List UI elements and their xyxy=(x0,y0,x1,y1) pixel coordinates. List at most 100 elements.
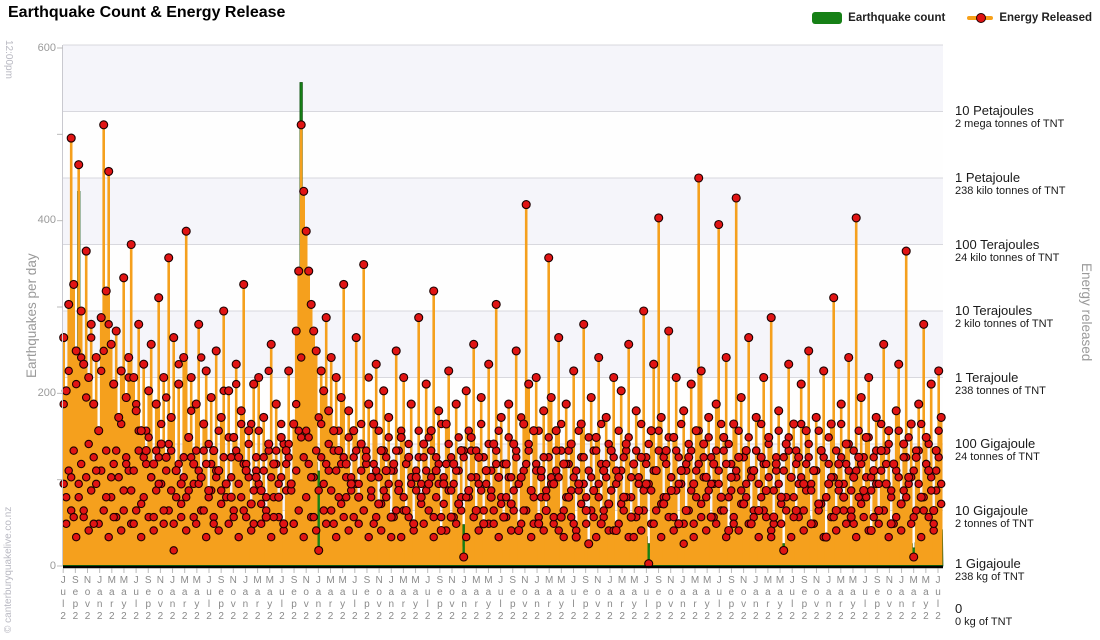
energy-marker[interactable] xyxy=(895,360,903,368)
energy-marker[interactable] xyxy=(717,493,725,501)
energy-marker[interactable] xyxy=(780,467,787,474)
energy-marker[interactable] xyxy=(545,434,552,441)
energy-marker[interactable] xyxy=(325,440,332,447)
energy-marker[interactable] xyxy=(555,334,563,342)
energy-marker[interactable] xyxy=(607,447,615,455)
energy-marker[interactable] xyxy=(760,374,768,382)
energy-marker[interactable] xyxy=(103,447,110,454)
energy-marker[interactable] xyxy=(540,454,547,461)
energy-marker[interactable] xyxy=(162,453,170,461)
energy-marker[interactable] xyxy=(340,513,347,520)
energy-marker[interactable] xyxy=(732,194,740,202)
energy-marker[interactable] xyxy=(882,480,890,488)
energy-marker[interactable] xyxy=(575,480,583,488)
energy-marker[interactable] xyxy=(640,307,648,315)
energy-marker[interactable] xyxy=(365,533,372,540)
energy-marker[interactable] xyxy=(130,374,138,382)
energy-marker[interactable] xyxy=(110,380,118,388)
energy-marker[interactable] xyxy=(128,487,135,494)
energy-marker[interactable] xyxy=(75,161,83,169)
energy-marker[interactable] xyxy=(843,520,850,527)
energy-marker[interactable] xyxy=(352,334,360,342)
energy-marker[interactable] xyxy=(712,400,720,408)
energy-marker[interactable] xyxy=(433,494,440,501)
energy-marker[interactable] xyxy=(317,367,325,375)
energy-marker[interactable] xyxy=(850,473,858,481)
energy-marker[interactable] xyxy=(750,467,758,475)
energy-marker[interactable] xyxy=(878,467,885,474)
energy-marker[interactable] xyxy=(937,413,945,421)
energy-marker[interactable] xyxy=(868,487,875,494)
energy-marker[interactable] xyxy=(295,427,302,434)
energy-marker[interactable] xyxy=(112,327,120,335)
energy-marker[interactable] xyxy=(360,507,367,514)
energy-marker[interactable] xyxy=(487,493,495,501)
energy-marker[interactable] xyxy=(282,447,290,455)
energy-marker[interactable] xyxy=(840,507,847,514)
energy-marker[interactable] xyxy=(672,374,680,382)
energy-marker[interactable] xyxy=(713,447,720,454)
energy-marker[interactable] xyxy=(330,520,337,527)
energy-marker[interactable] xyxy=(848,487,855,494)
energy-marker[interactable] xyxy=(170,334,178,342)
energy-marker[interactable] xyxy=(127,241,135,249)
energy-marker[interactable] xyxy=(862,433,870,441)
energy-marker[interactable] xyxy=(78,460,85,467)
energy-marker[interactable] xyxy=(163,394,170,401)
energy-marker[interactable] xyxy=(763,460,770,467)
energy-marker[interactable] xyxy=(665,327,673,335)
energy-marker[interactable] xyxy=(370,520,377,527)
energy-marker[interactable] xyxy=(82,247,90,255)
energy-marker[interactable] xyxy=(635,507,643,515)
energy-marker[interactable] xyxy=(635,480,642,487)
energy-marker[interactable] xyxy=(205,440,212,447)
energy-marker[interactable] xyxy=(687,380,695,388)
energy-marker[interactable] xyxy=(228,454,235,461)
energy-marker[interactable] xyxy=(88,487,95,494)
energy-marker[interactable] xyxy=(920,320,928,328)
energy-marker[interactable] xyxy=(343,494,350,501)
energy-marker[interactable] xyxy=(175,380,183,388)
energy-marker[interactable] xyxy=(180,454,187,461)
energy-marker[interactable] xyxy=(875,520,882,527)
energy-marker[interactable] xyxy=(177,480,185,488)
energy-marker[interactable] xyxy=(585,540,593,548)
energy-marker[interactable] xyxy=(425,507,432,514)
energy-marker[interactable] xyxy=(387,513,395,521)
energy-marker[interactable] xyxy=(235,480,242,487)
energy-marker[interactable] xyxy=(195,320,203,328)
energy-marker[interactable] xyxy=(300,533,307,540)
energy-marker[interactable] xyxy=(885,427,893,435)
energy-marker[interactable] xyxy=(650,520,657,527)
energy-marker[interactable] xyxy=(303,494,310,501)
energy-marker[interactable] xyxy=(300,187,308,195)
energy-marker[interactable] xyxy=(800,480,808,488)
energy-marker[interactable] xyxy=(790,494,797,501)
energy-marker[interactable] xyxy=(185,433,193,441)
energy-marker[interactable] xyxy=(150,460,158,468)
energy-marker[interactable] xyxy=(305,267,313,275)
energy-marker[interactable] xyxy=(183,494,190,501)
energy-marker[interactable] xyxy=(930,507,938,515)
energy-marker[interactable] xyxy=(838,420,845,427)
energy-marker[interactable] xyxy=(202,367,210,375)
energy-marker[interactable] xyxy=(742,447,750,455)
energy-marker[interactable] xyxy=(525,440,532,447)
energy-marker[interactable] xyxy=(770,487,777,494)
energy-marker[interactable] xyxy=(65,300,73,308)
energy-marker[interactable] xyxy=(907,420,915,428)
energy-marker[interactable] xyxy=(338,500,345,507)
energy-marker[interactable] xyxy=(218,500,225,507)
energy-marker[interactable] xyxy=(678,420,685,427)
energy-marker[interactable] xyxy=(730,520,737,527)
energy-marker[interactable] xyxy=(333,467,340,474)
energy-marker[interactable] xyxy=(135,447,142,454)
energy-marker[interactable] xyxy=(653,507,660,514)
energy-marker[interactable] xyxy=(835,480,842,487)
energy-marker[interactable] xyxy=(710,460,718,468)
energy-marker[interactable] xyxy=(900,454,907,461)
energy-marker[interactable] xyxy=(190,513,197,520)
energy-marker[interactable] xyxy=(358,467,365,474)
energy-marker[interactable] xyxy=(362,453,370,461)
energy-marker[interactable] xyxy=(858,500,865,507)
